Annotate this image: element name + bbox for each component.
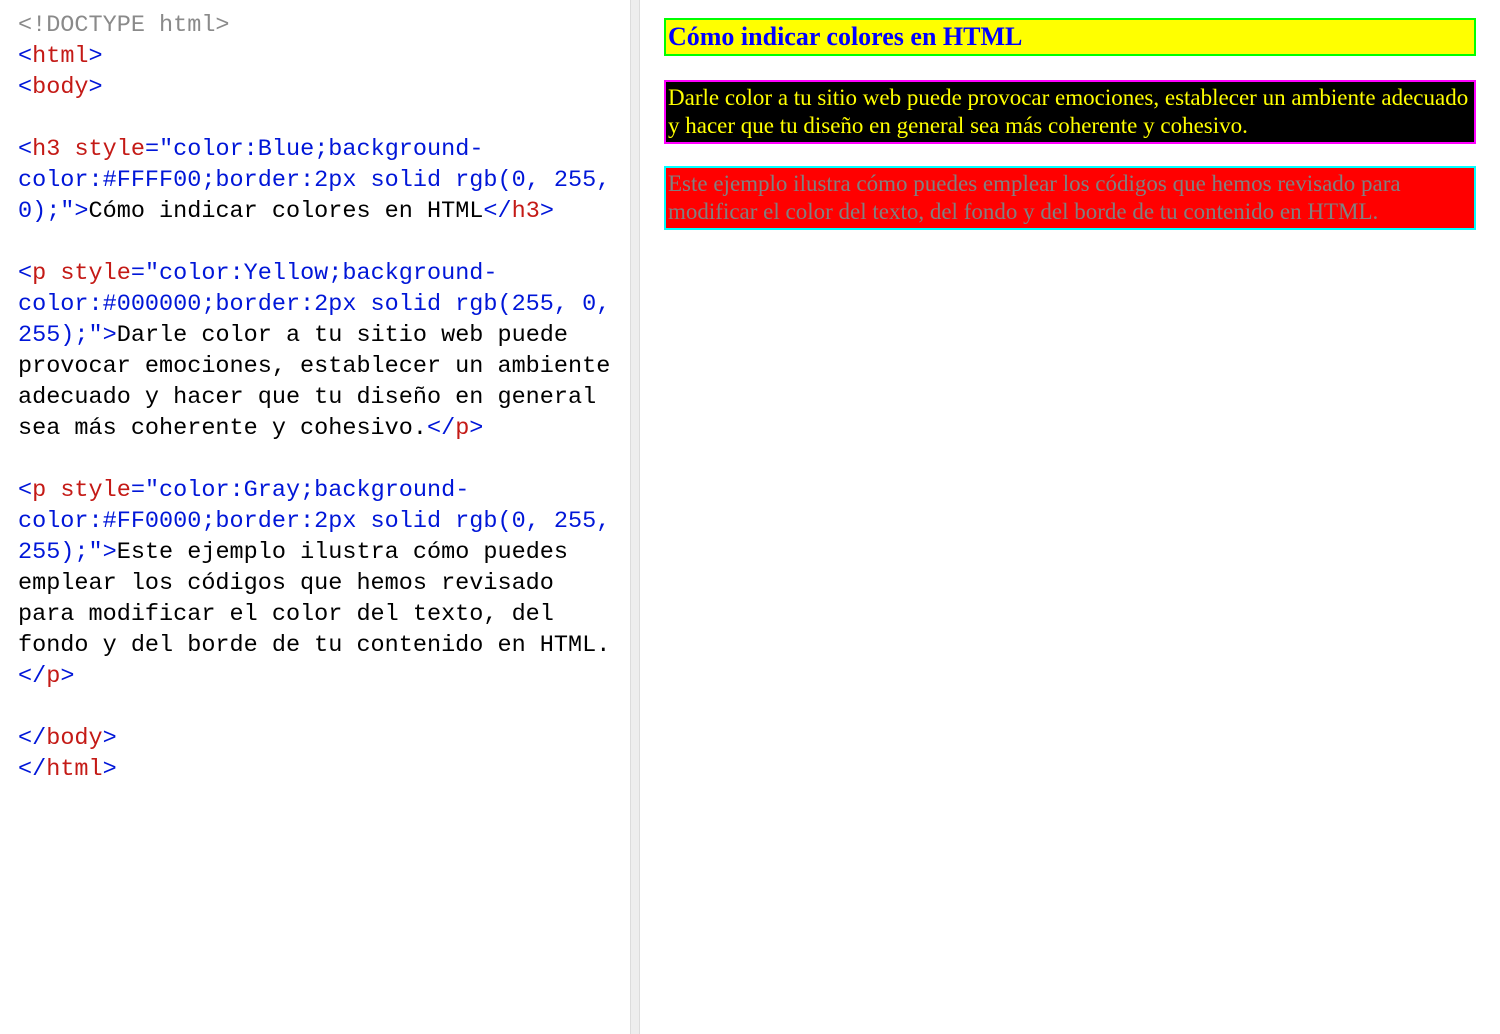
- preview-heading: Cómo indicar colores en HTML: [664, 18, 1476, 56]
- preview-pane: Cómo indicar colores en HTML Darle color…: [640, 0, 1500, 1034]
- code-p2-close: </p>: [18, 663, 74, 690]
- code-p1-close: </p>: [427, 415, 483, 442]
- preview-paragraph-2: Este ejemplo ilustra cómo puedes emplear…: [664, 166, 1476, 230]
- pane-divider[interactable]: [630, 0, 640, 1034]
- preview-paragraph-1: Darle color a tu sitio web puede provoca…: [664, 80, 1476, 144]
- code-body-close: </body>: [18, 725, 117, 752]
- code-h3-text: Cómo indicar colores en HTML: [89, 198, 484, 225]
- code-html-close: </html>: [18, 756, 117, 783]
- code-doctype: <!DOCTYPE html>: [18, 12, 230, 39]
- split-view: <!DOCTYPE html> <html> <body> <h3 style=…: [0, 0, 1500, 1034]
- code-pane[interactable]: <!DOCTYPE html> <html> <body> <h3 style=…: [0, 0, 630, 1034]
- code-body-open: <body>: [18, 74, 103, 101]
- code-h3-close: </h3>: [483, 198, 554, 225]
- code-html-open: <html>: [18, 43, 103, 70]
